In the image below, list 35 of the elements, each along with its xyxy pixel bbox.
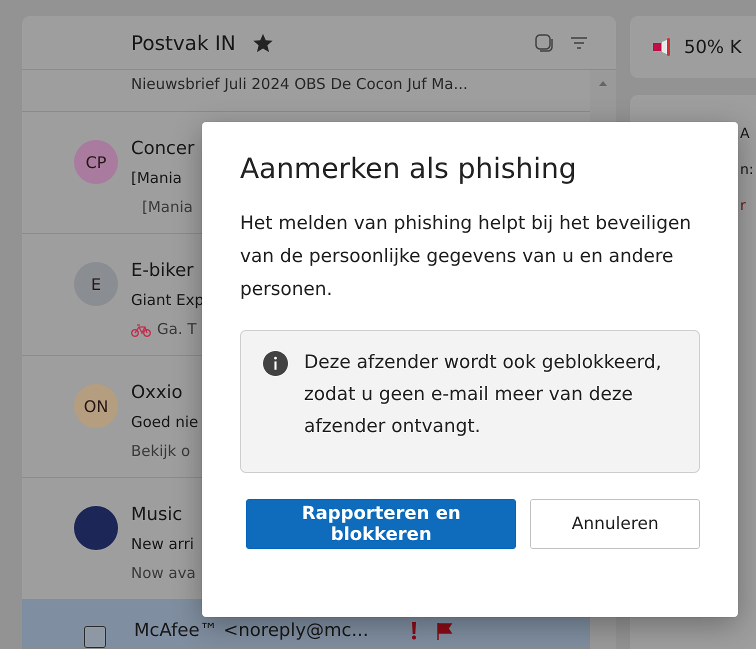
avatar: CP: [74, 140, 118, 184]
checkbox[interactable]: [84, 626, 106, 648]
message-preview: [Mania: [141, 197, 193, 218]
info-text: Deze afzender wordt ook geblokkeerd, zodat u geen e-mail meer van deze afzender ontvangt.: [304, 351, 662, 439]
dialog-text: Het melden van phishing helpt bij het beveiligen van de persoonlijke gegevens van u en andere personen.: [240, 212, 692, 302]
avatar: E: [74, 262, 118, 306]
message-subject: [Mania: [131, 168, 183, 189]
message-sender: Concer: [131, 137, 194, 161]
message-preview: Bekijk o: [131, 441, 190, 462]
message-subject: New arri: [131, 534, 195, 555]
avatar: ON: [74, 384, 118, 428]
pane-text: A: [740, 125, 750, 144]
message-subject: Goed nie: [131, 412, 198, 433]
dialog-title: Aanmerken als phishing: [240, 152, 578, 185]
message-preview: Nieuwsbrief Juli 2024 OBS De Cocon Juf Ma...: [131, 74, 469, 95]
pane-text: r: [740, 197, 746, 216]
message-preview: Now ava: [131, 563, 196, 584]
message-sender: McAfee™ <noreply@mc...: [134, 619, 369, 643]
filter-icon[interactable]: [570, 36, 588, 50]
info-icon: [263, 351, 288, 376]
promo-text: 50% K: [684, 36, 742, 58]
select-icon[interactable]: [534, 32, 554, 52]
scroll-up-icon[interactable]: [599, 80, 607, 86]
message-sender: Music: [131, 503, 182, 527]
star-icon[interactable]: [252, 32, 274, 54]
message-sender: Oxxio: [131, 381, 182, 405]
report-button[interactable]: Rapporteren en blokkeren: [246, 499, 516, 549]
folder-title: Postvak IN: [131, 30, 236, 54]
bicycle-icon: [131, 322, 151, 336]
message-preview: Ga. T: [157, 319, 197, 340]
promo-card[interactable]: 50% K: [630, 16, 756, 78]
pane-text: n:: [740, 161, 754, 180]
message-sender: E-biker: [131, 259, 194, 283]
flag-icon[interactable]: [434, 622, 453, 640]
cancel-button[interactable]: Annuleren: [530, 499, 700, 549]
